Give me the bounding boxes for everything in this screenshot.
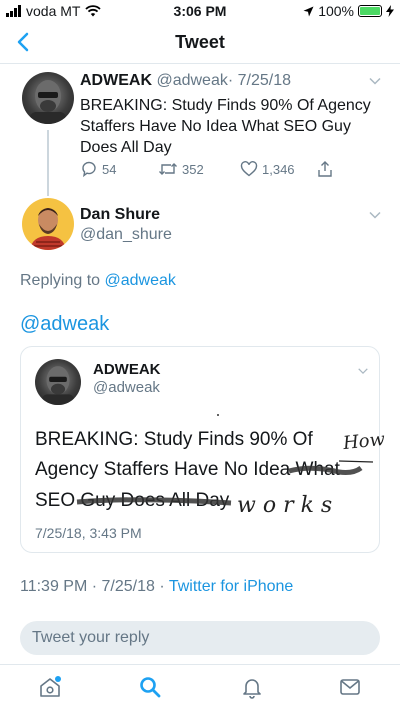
replying-to-line: Replying to @adweak <box>20 272 176 290</box>
tweet-timestamp: 11:39 PM · 7/25/18 · <box>20 578 169 595</box>
embedded-dot <box>217 414 219 416</box>
battery-percent: 100% <box>318 3 354 19</box>
tab-bar <box>0 664 400 708</box>
like-action[interactable]: 1,346 <box>240 160 295 178</box>
nav-bar: Tweet <box>0 22 400 64</box>
tweet-meta: 11:39 PM · 7/25/18 · Twitter for iPhone <box>20 578 293 596</box>
battery-fill <box>360 7 380 15</box>
parent-tweet-text: BREAKING: Study Finds 90% Of Agency Staf… <box>80 97 371 156</box>
main-author-name[interactable]: Dan Shure <box>80 206 160 224</box>
embedded-adweak-avatar <box>35 359 81 405</box>
replying-to-link[interactable]: @adweak <box>105 272 176 289</box>
parent-tweet-header: ADWEAK @adweak· 7/25/18 <box>80 72 291 90</box>
battery-icon <box>358 5 382 17</box>
embedded-author-name: ADWEAK <box>93 361 161 378</box>
adweak-avatar[interactable] <box>22 72 74 124</box>
tweet-source[interactable]: Twitter for iPhone <box>169 578 294 595</box>
parent-author-handle[interactable]: @adweak <box>156 72 227 89</box>
tab-search[interactable] <box>138 675 162 699</box>
reply-input[interactable]: Tweet your reply <box>20 621 380 655</box>
parent-tweet-menu-chevron-icon[interactable] <box>368 74 382 88</box>
parent-author-name[interactable]: ADWEAK <box>80 72 152 89</box>
embedded-text-line-3: SEO Guy Does All Day <box>35 490 229 512</box>
dan-avatar[interactable] <box>22 198 74 250</box>
home-icon <box>40 676 61 697</box>
reply-action[interactable]: 54 <box>80 160 116 178</box>
tweet-image-card[interactable]: ADWEAK @adweak BREAKING: Study Finds 90%… <box>20 346 386 553</box>
embedded-chevron-icon <box>358 368 368 375</box>
embedded-text-line-3a: SEO <box>35 490 81 511</box>
embedded-text-line-3b: Guy Does All Day <box>80 490 230 511</box>
page-title: Tweet <box>175 32 225 52</box>
share-action[interactable] <box>316 160 334 178</box>
search-icon <box>140 677 161 698</box>
location-arrow-icon <box>303 6 314 16</box>
thread-line <box>47 130 49 196</box>
replying-to-prefix: Replying to <box>20 272 105 289</box>
embedded-adweak-face-icon <box>42 366 74 405</box>
handwritten-how: How <box>342 428 386 455</box>
reply-count: 54 <box>102 161 117 177</box>
like-count: 1,346 <box>262 161 295 177</box>
embedded-author-handle: @adweak <box>93 379 160 396</box>
tab-home[interactable] <box>38 675 62 699</box>
retweet-icon <box>159 163 177 175</box>
embedded-text-line-1: BREAKING: Study Finds 90% Of <box>35 429 313 450</box>
embedded-text-line-2: Agency Staffers Have No Idea What <box>35 459 340 480</box>
retweet-action[interactable]: 352 <box>158 160 204 178</box>
share-icon <box>318 161 332 177</box>
tab-notifications[interactable] <box>240 675 264 699</box>
reply-icon <box>82 161 96 178</box>
embedded-date: 7/25/18, 3:43 PM <box>35 525 142 541</box>
dan-face-icon <box>30 208 66 250</box>
adweak-face-icon <box>30 80 66 124</box>
charging-bolt-icon <box>386 5 394 17</box>
notifications-icon <box>243 679 261 699</box>
retweet-count: 352 <box>182 161 204 177</box>
status-bar: voda MT 3:06 PM 100% <box>0 0 400 22</box>
status-right: 100% <box>303 3 394 19</box>
handwritten-works: works <box>237 493 340 518</box>
main-tweet-text[interactable]: @adweak <box>20 313 109 336</box>
main-author-handle[interactable]: @dan_shure <box>80 226 172 244</box>
main-tweet-menu-chevron-icon[interactable] <box>368 208 382 222</box>
messages-icon <box>340 679 360 695</box>
heart-icon <box>240 161 258 177</box>
tab-messages[interactable] <box>338 675 362 699</box>
parent-tweet-date: · 7/25/18 <box>227 72 291 89</box>
